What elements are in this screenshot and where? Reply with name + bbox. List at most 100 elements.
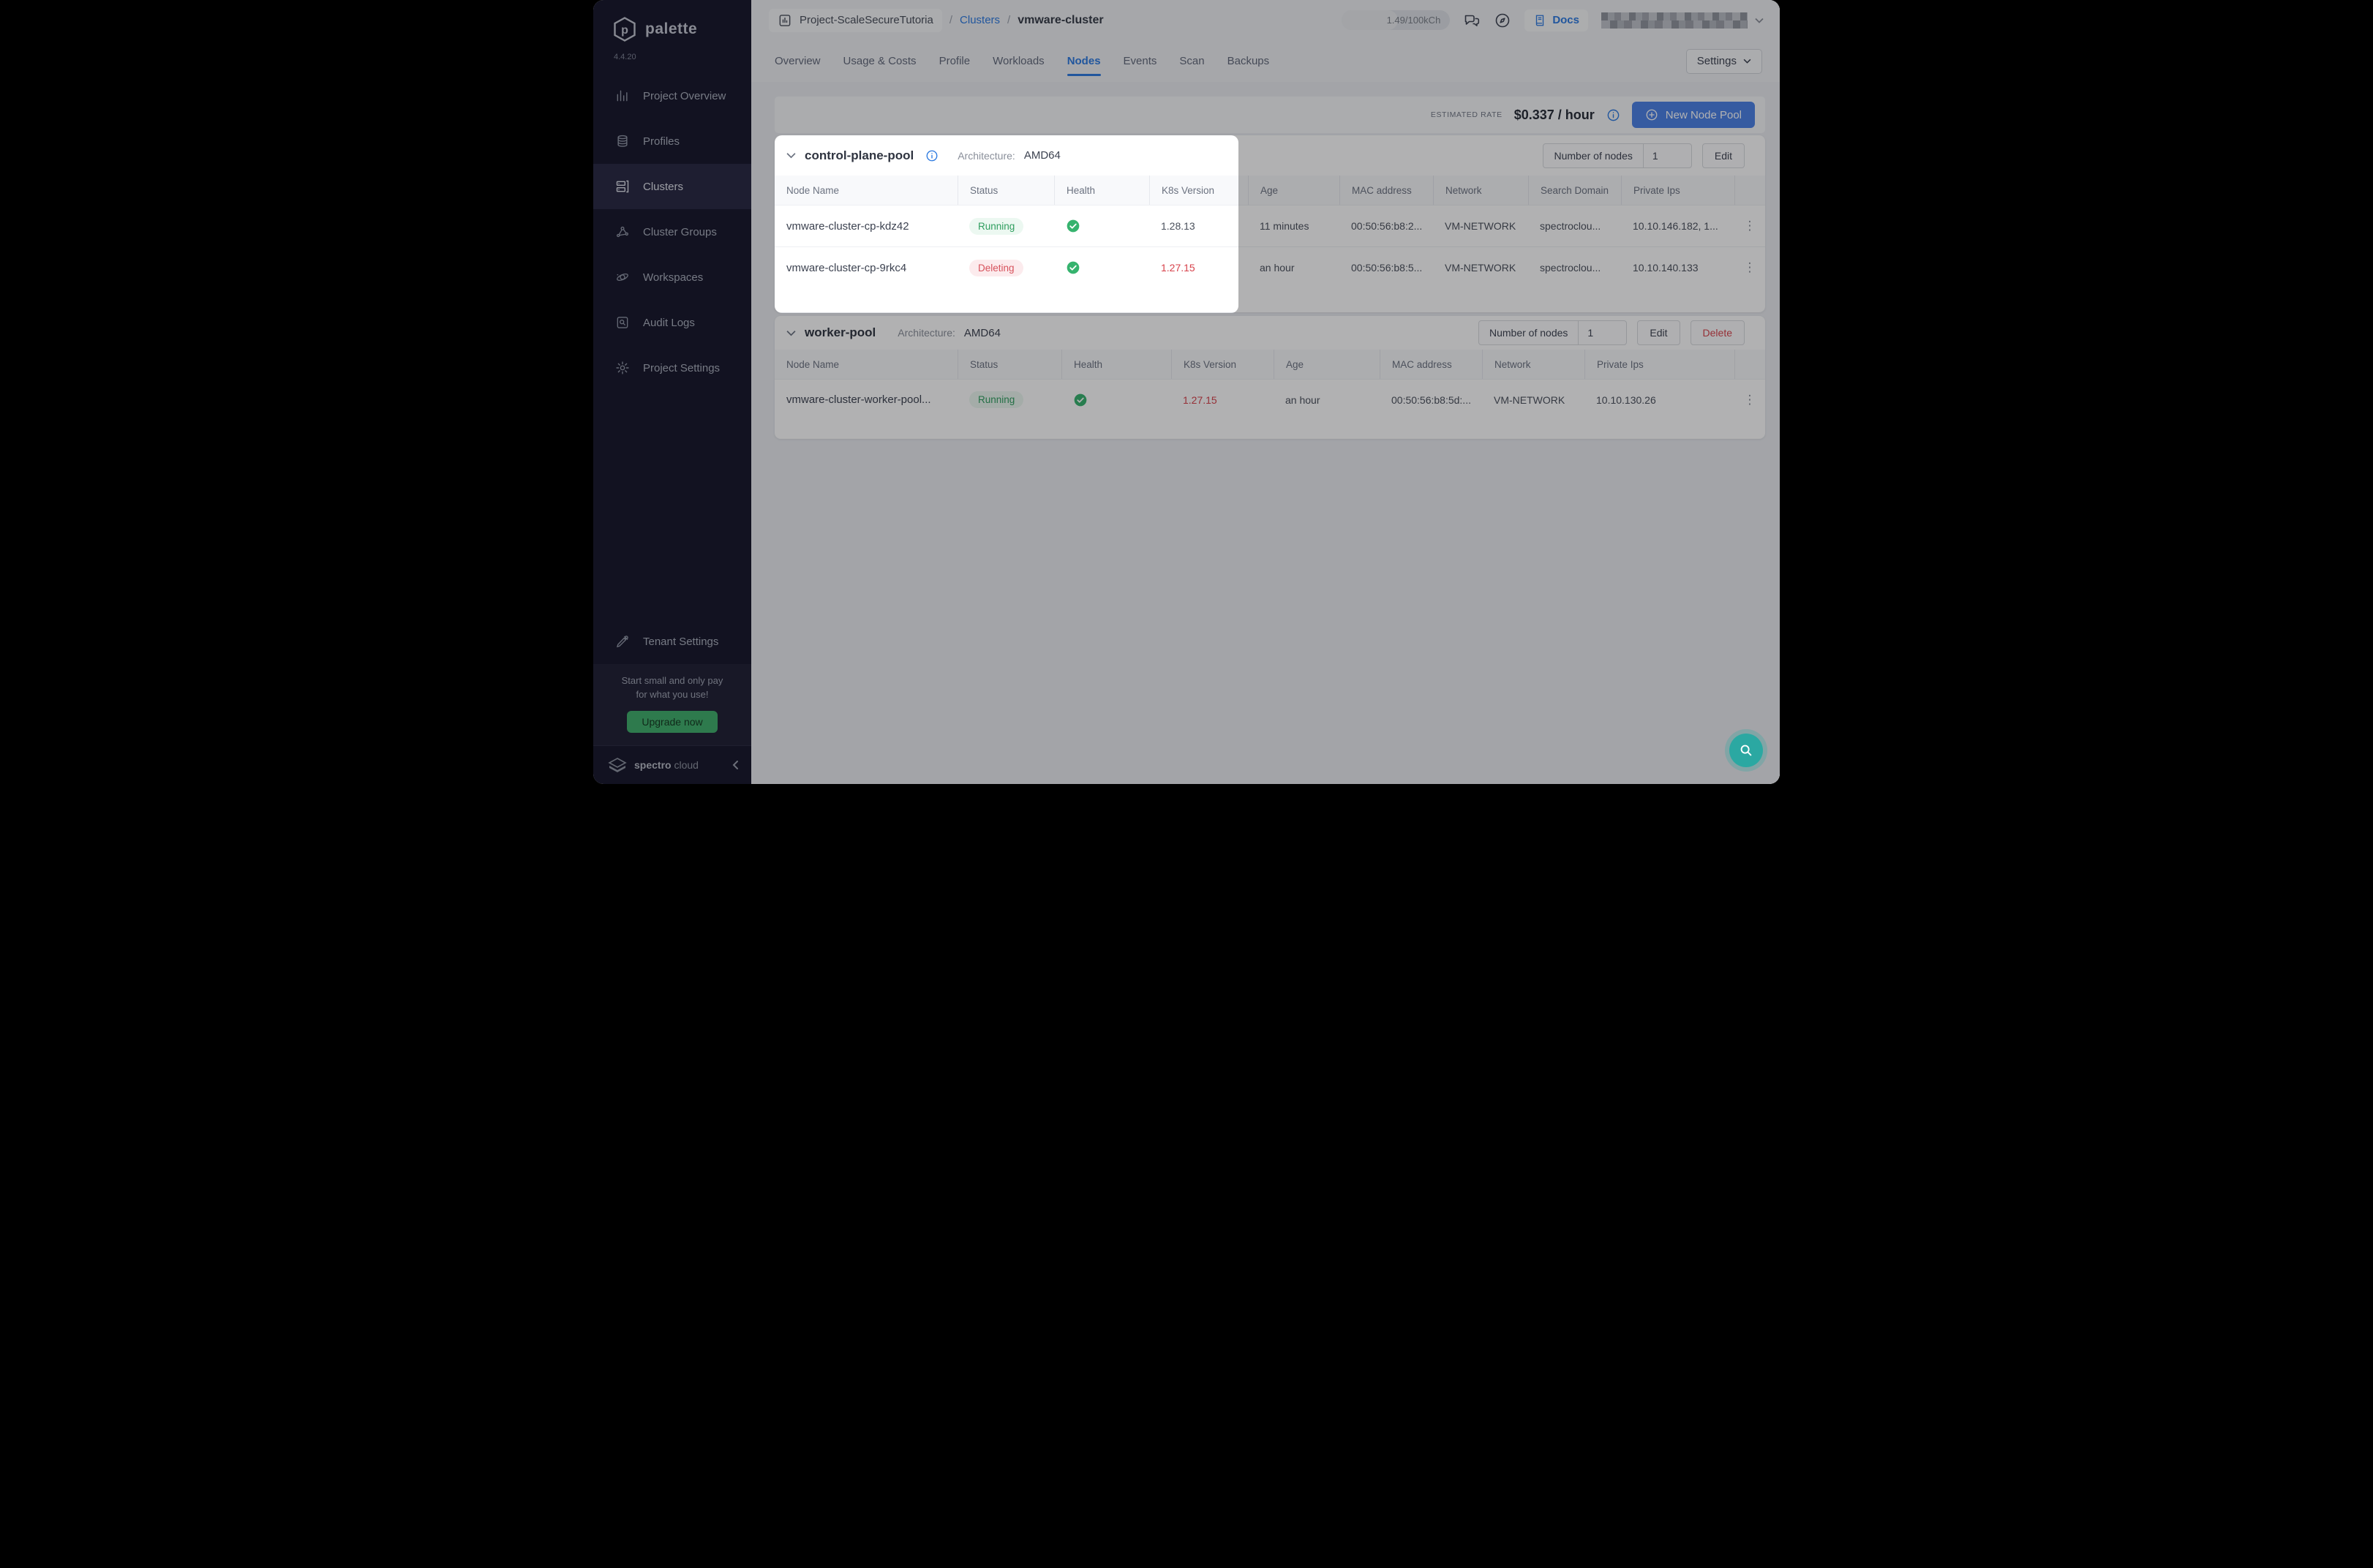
app-version: 4.4.20	[593, 42, 751, 73]
cluster-tabs: Overview Usage & Costs Profile Workloads…	[751, 40, 1780, 82]
server-icon	[615, 179, 630, 194]
architecture-label: Architecture:	[898, 327, 955, 339]
col-search-domain: Search Domain	[1528, 176, 1621, 205]
brand-cloud: cloud	[674, 759, 698, 771]
tab-overview[interactable]: Overview	[775, 40, 821, 82]
sidebar: p palette 4.4.20 Project Overview Profil…	[593, 0, 751, 784]
number-of-nodes-input[interactable]: 1	[1578, 321, 1626, 344]
new-node-pool-button[interactable]: New Node Pool	[1632, 102, 1755, 128]
chevron-left-icon	[731, 760, 740, 770]
chevron-down-icon	[1743, 59, 1751, 64]
node-name: vmware-cluster-cp-kdz42	[775, 205, 958, 246]
sidebar-item-profiles[interactable]: Profiles	[593, 118, 751, 164]
chat-button[interactable]	[1463, 12, 1481, 29]
docs-button[interactable]: Docs	[1524, 10, 1588, 31]
row-actions-kebab-icon[interactable]: ⋮	[1734, 379, 1765, 420]
chevron-down-icon[interactable]	[786, 330, 796, 336]
network: VM-NETWORK	[1482, 379, 1584, 420]
sidebar-item-project-overview[interactable]: Project Overview	[593, 73, 751, 118]
col-age: Age	[1248, 176, 1339, 205]
chevron-down-icon	[1755, 18, 1764, 23]
palette-logo: p palette	[593, 0, 751, 42]
number-of-nodes-label: Number of nodes	[1479, 321, 1578, 344]
search-icon	[1738, 742, 1754, 758]
bar-chart-icon	[615, 88, 630, 103]
node-name: vmware-cluster-cp-9rkc4	[775, 246, 958, 288]
worker-table: Node Name Status Health K8s Version Age …	[775, 350, 1765, 420]
sidebar-collapse-button[interactable]	[731, 760, 740, 770]
compass-icon	[1494, 12, 1511, 29]
col-node-name: Node Name	[775, 350, 958, 379]
sidebar-item-project-settings[interactable]: Project Settings	[593, 345, 751, 391]
estimated-rate-value: $0.337 / hour	[1514, 108, 1595, 123]
chat-icon	[1463, 12, 1481, 29]
settings-button[interactable]: Settings	[1686, 49, 1762, 74]
network: VM-NETWORK	[1433, 246, 1528, 288]
control-plane-table: Node Name Status Health K8s Version Age …	[775, 176, 1765, 288]
search-beacon-button[interactable]	[1729, 734, 1763, 767]
col-status: Status	[958, 176, 1054, 205]
info-icon[interactable]	[925, 149, 939, 162]
upgrade-now-button[interactable]: Upgrade now	[627, 711, 717, 733]
info-icon[interactable]	[1606, 108, 1620, 122]
sidebar-item-cluster-groups[interactable]: Cluster Groups	[593, 209, 751, 255]
row-actions-kebab-icon[interactable]: ⋮	[1734, 246, 1765, 288]
architecture-value: AMD64	[964, 327, 1001, 339]
project-selector[interactable]: Project-ScaleSecureTutoria	[769, 9, 942, 32]
tab-scan[interactable]: Scan	[1179, 40, 1204, 82]
explore-button[interactable]	[1494, 12, 1511, 29]
tab-backups[interactable]: Backups	[1227, 40, 1270, 82]
rate-toolbar: ESTIMATED RATE $0.337 / hour New Node Po…	[775, 97, 1765, 133]
col-private-ips: Private Ips	[1584, 350, 1734, 379]
estimated-rate-label: ESTIMATED RATE	[1431, 110, 1503, 119]
sidebar-item-clusters[interactable]: Clusters	[593, 164, 751, 209]
breadcrumb-cluster-name: vmware-cluster	[1018, 14, 1103, 27]
book-icon	[1533, 14, 1546, 27]
orbit-icon	[615, 270, 630, 284]
node-age: an hour	[1248, 246, 1339, 288]
node-age: 11 minutes	[1248, 205, 1339, 246]
worker-pool-card: worker-pool Architecture: AMD64 Number o…	[775, 316, 1765, 439]
col-k8s-version: K8s Version	[1171, 350, 1274, 379]
tab-usage-costs[interactable]: Usage & Costs	[843, 40, 917, 82]
sidebar-footer: spectro cloud	[593, 745, 751, 784]
sidebar-item-audit-logs[interactable]: Audit Logs	[593, 300, 751, 345]
col-mac: MAC address	[1339, 176, 1433, 205]
palette-hexagon-icon: p	[612, 16, 637, 42]
col-age: Age	[1274, 350, 1380, 379]
tab-events[interactable]: Events	[1124, 40, 1157, 82]
breadcrumb-clusters-link[interactable]: Clusters	[960, 14, 1000, 26]
col-status: Status	[958, 350, 1061, 379]
tab-workloads[interactable]: Workloads	[993, 40, 1045, 82]
upgrade-promo: Start small and only pay for what you us…	[593, 664, 751, 745]
user-menu[interactable]	[1601, 12, 1764, 29]
status-badge: Running	[969, 218, 1023, 235]
col-network: Network	[1482, 350, 1584, 379]
delete-pool-button[interactable]: Delete	[1691, 320, 1745, 345]
tab-nodes[interactable]: Nodes	[1067, 40, 1101, 82]
col-mac: MAC address	[1380, 350, 1482, 379]
sidebar-item-tenant-settings[interactable]: Tenant Settings	[593, 619, 751, 664]
spectro-cloud-logo-icon	[608, 756, 627, 774]
edit-pool-button[interactable]: Edit	[1702, 143, 1745, 168]
tab-profile[interactable]: Profile	[939, 40, 971, 82]
col-k8s-version: K8s Version	[1149, 176, 1248, 205]
sidebar-item-workspaces[interactable]: Workspaces	[593, 255, 751, 300]
chevron-down-icon[interactable]	[786, 152, 796, 159]
k8s-version: 1.28.13	[1149, 205, 1248, 246]
col-network: Network	[1433, 176, 1528, 205]
pool-name: worker-pool	[805, 325, 876, 340]
mac-address: 00:50:56:b8:5...	[1339, 246, 1433, 288]
k8s-version: 1.27.15	[1149, 246, 1248, 288]
health-ok-icon	[1066, 219, 1080, 233]
number-of-nodes-input[interactable]: 1	[1643, 144, 1691, 167]
search-domain: spectroclou...	[1528, 205, 1621, 246]
col-actions	[1734, 176, 1765, 205]
search-domain: spectroclou...	[1528, 246, 1621, 288]
row-actions-kebab-icon[interactable]: ⋮	[1734, 205, 1765, 246]
svg-text:p: p	[621, 24, 628, 37]
gear-icon	[615, 361, 630, 375]
architecture-value: AMD64	[1024, 149, 1061, 162]
edit-pool-button[interactable]: Edit	[1637, 320, 1680, 345]
content-area: Project-ScaleSecureTutoria / Clusters / …	[751, 0, 1780, 784]
